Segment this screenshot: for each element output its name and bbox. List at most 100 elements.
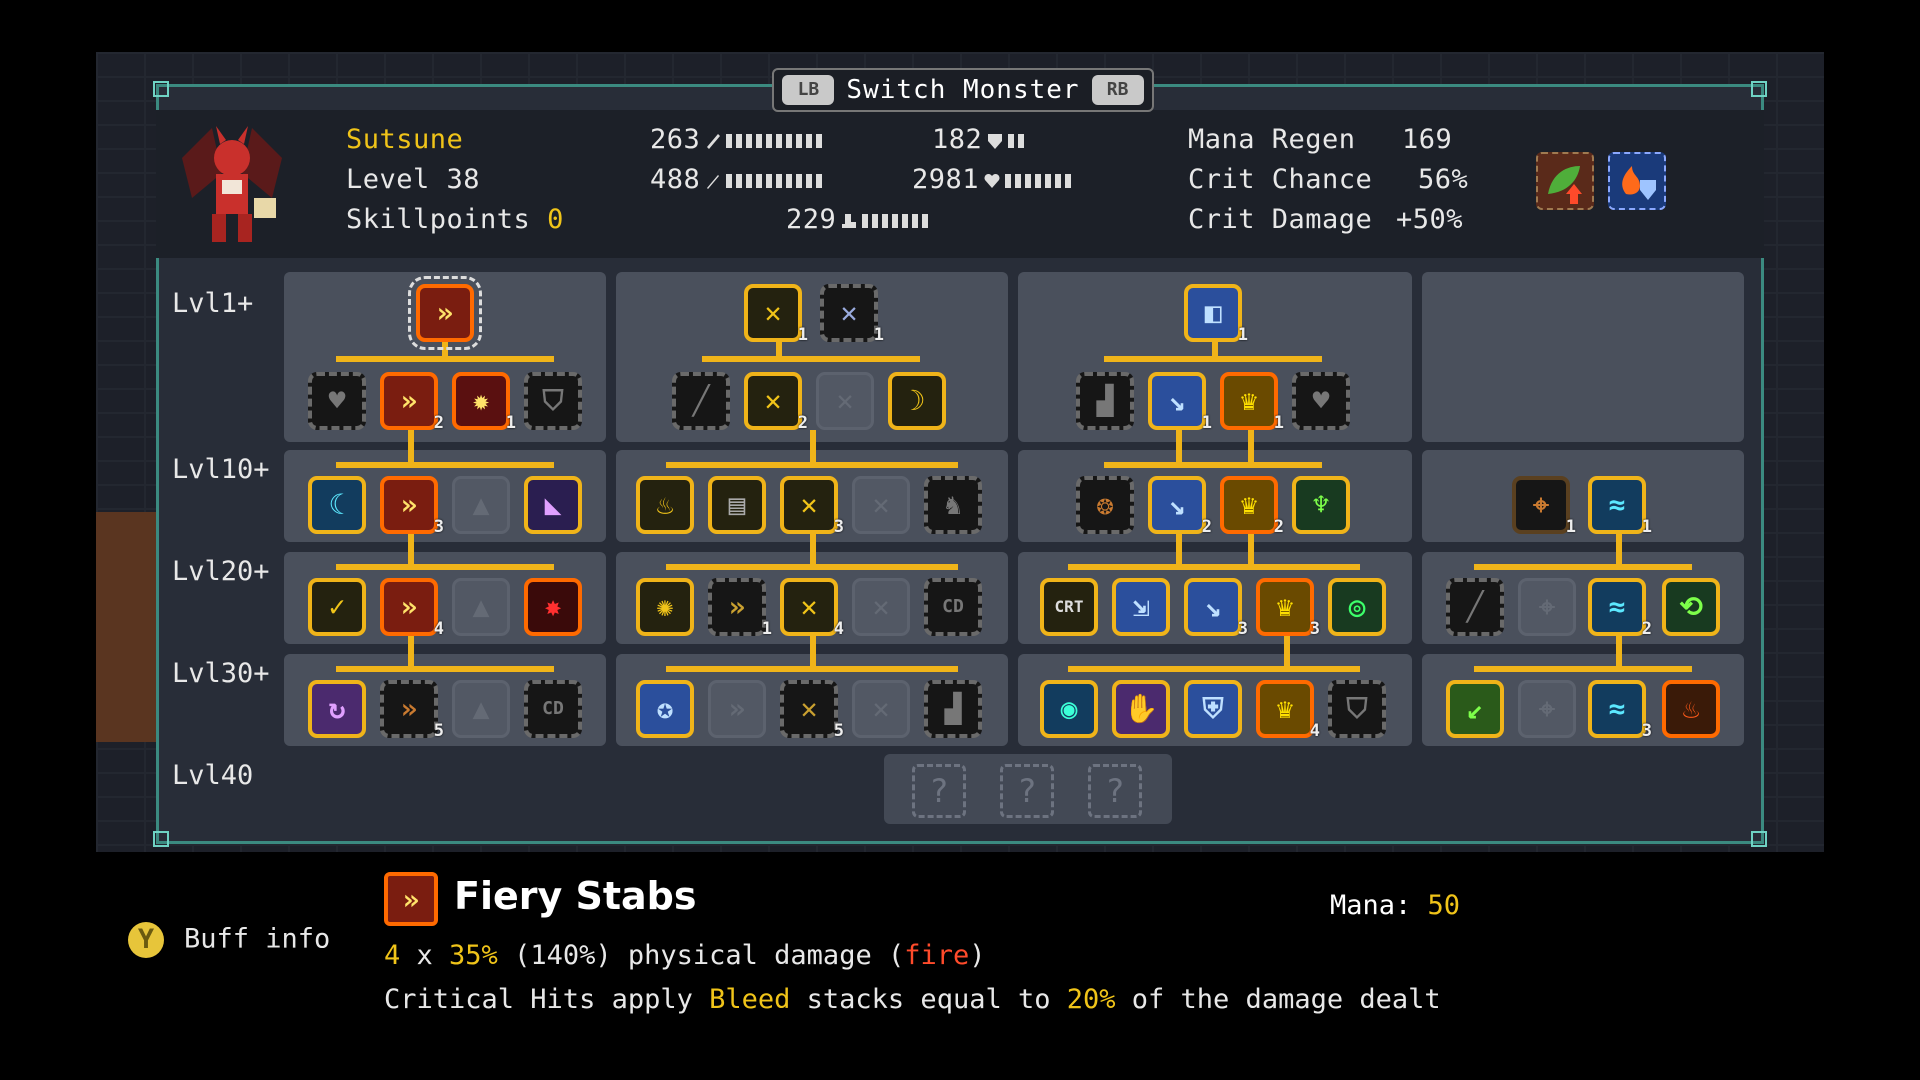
mana-label: Mana: xyxy=(1330,890,1412,921)
ghost-skill-node[interactable]: ▲ xyxy=(452,578,510,636)
element-type: fire xyxy=(904,940,970,971)
cooldown-locked-node[interactable]: CD xyxy=(924,578,982,636)
green-arrow-skill-node[interactable]: ↙ xyxy=(1446,680,1504,738)
rune-circle-locked-node[interactable]: ❂ xyxy=(1076,476,1134,534)
crit-skill-node[interactable]: CRT xyxy=(1040,578,1098,636)
ghost-skill-node[interactable]: ✕ xyxy=(852,578,910,636)
ghost-skill-node[interactable]: ▲ xyxy=(452,680,510,738)
moon-claw-skill-node[interactable]: ☽ xyxy=(888,372,946,430)
blue-shield-skill-node[interactable]: ⛨ xyxy=(1184,680,1242,738)
cross-slash-locked-node[interactable]: ✕ 1 xyxy=(820,284,884,344)
rank-label: 5 xyxy=(833,721,844,741)
defense-up-locked-node[interactable]: ⛉ xyxy=(1328,680,1386,738)
health-up-locked-node[interactable]: ♥ xyxy=(1292,372,1350,430)
lightning-wave-tier4-node[interactable]: ≈3 xyxy=(1588,680,1652,740)
magic-up-locked-node[interactable]: ╱ xyxy=(1446,578,1504,636)
health-bar xyxy=(1005,173,1076,188)
fire-bomb-skill-node[interactable]: ♨ xyxy=(1662,680,1720,738)
armor-skill-node[interactable]: ▤ xyxy=(708,476,766,534)
monster-portrait-icon xyxy=(182,126,282,242)
speed-up-locked-node[interactable]: ▟ xyxy=(924,680,982,738)
blue-brain-skill-node[interactable]: ✪ xyxy=(636,680,694,738)
cross-slash-upgrade-node[interactable]: ✕ 2 xyxy=(744,372,808,432)
wand-icon xyxy=(707,174,720,189)
mana-cost: Mana: 50 xyxy=(1330,890,1460,921)
fiery-stabs-icon: » xyxy=(384,872,438,926)
golden-claw-tier2-node[interactable]: ♛ 2 xyxy=(1220,476,1284,536)
sunburst-skill-node[interactable]: ✺ xyxy=(636,578,694,636)
lvl40-slot[interactable]: ? xyxy=(912,764,966,818)
golden-claw-tier4-node[interactable]: ♛ 4 xyxy=(1256,680,1320,740)
ghost-skill-node[interactable]: ⌖ xyxy=(1518,680,1576,738)
ghost-skill-node[interactable]: ✕ xyxy=(852,476,910,534)
buff-info-hint[interactable]: Y Buff info xyxy=(128,922,330,958)
lvl40-slot[interactable]: ? xyxy=(1000,764,1054,818)
purple-claw-skill-node[interactable]: ✋ xyxy=(1112,680,1170,738)
cooldown-locked-node[interactable]: CD xyxy=(524,680,582,738)
cross-slash-tier3-node[interactable]: ✕ 4 xyxy=(780,578,844,638)
wooden-door xyxy=(96,512,156,742)
green-swirl-skill-node[interactable]: ⟲ xyxy=(1662,578,1720,636)
lb-button-icon[interactable]: LB xyxy=(782,75,835,105)
arrows-locked-node[interactable]: » 1 xyxy=(708,578,772,638)
cross-slash-tier2-node[interactable]: ✕ 3 xyxy=(780,476,844,536)
explosion-skill-node[interactable]: ✹ 1 xyxy=(452,372,516,432)
desc-text: x xyxy=(400,940,450,971)
ghost-skill-node[interactable]: ⌖ xyxy=(1518,578,1576,636)
defense-up-locked-node[interactable]: ⛉ xyxy=(524,372,582,430)
cross-slash-skill-node[interactable]: ✕ 1 xyxy=(744,284,808,344)
mana-value: 50 xyxy=(1427,890,1461,921)
knight-locked-node[interactable]: ♞ xyxy=(924,476,982,534)
fiery-stabs-upgrade-node[interactable]: » 2 xyxy=(380,372,444,432)
blue-arrow-skill-node[interactable]: ↘ 1 xyxy=(1148,372,1212,432)
leaf-attack-up-icon[interactable] xyxy=(1536,152,1594,210)
checkmark-skill-node[interactable]: ✓ xyxy=(308,578,366,636)
wolf-howl-skill-node[interactable]: ◣ xyxy=(524,476,582,534)
golden-claw-tier3-node[interactable]: ♛ 3 xyxy=(1256,578,1320,638)
fire-shield-icon[interactable] xyxy=(1608,152,1666,210)
speed-up-locked-node[interactable]: ▟ xyxy=(1076,372,1134,430)
green-ring-skill-node[interactable]: ◎ xyxy=(1328,578,1386,636)
target-locked-node[interactable]: ⌖ 1 xyxy=(1512,476,1576,536)
fiery-stabs-skill-node[interactable]: » xyxy=(408,276,482,350)
cross-slash-locked-node[interactable]: ✕ 5 xyxy=(780,680,844,740)
y-button-icon[interactable]: Y xyxy=(128,922,164,958)
green-staff-skill-node[interactable]: ♆ xyxy=(1292,476,1350,534)
fiery-stabs-tier3-node[interactable]: » 4 xyxy=(380,578,444,638)
ghost-skill-node[interactable]: » xyxy=(708,680,766,738)
lvl40-slot[interactable]: ? xyxy=(1088,764,1142,818)
rank-label: 3 xyxy=(1237,619,1248,639)
magic-up-locked-node[interactable]: ╱ xyxy=(672,372,730,430)
fiery-stabs-tier2-node[interactable]: » 3 xyxy=(380,476,444,536)
switch-monster-bar[interactable]: LB Switch Monster RB xyxy=(772,68,1154,112)
teal-crescent-skill-node[interactable]: ☾ xyxy=(308,476,366,534)
tree-connector xyxy=(666,666,958,672)
ghost-skill-node[interactable]: ✕ xyxy=(852,680,910,738)
fiery-stabs-locked-node[interactable]: » 5 xyxy=(380,680,444,740)
scythe-skill-node[interactable]: ↻ xyxy=(308,680,366,738)
hit-count: 4 xyxy=(384,940,401,971)
ghost-skill-node[interactable]: ✕ xyxy=(816,372,874,430)
tree-connector xyxy=(336,462,554,468)
defense-bar xyxy=(1008,133,1029,148)
tree-connector xyxy=(1474,564,1692,570)
lightning-wave-tier3-node[interactable]: ≈2 xyxy=(1588,578,1652,638)
desc-text: Critical Hits apply xyxy=(384,984,710,1015)
blue-rune-skill-node[interactable]: ◧ 1 xyxy=(1184,284,1248,344)
rb-button-icon[interactable]: RB xyxy=(1091,75,1144,105)
speed-stat: 229 xyxy=(786,204,933,235)
health-up-locked-node[interactable]: ♥ xyxy=(308,372,366,430)
blue-arrow-tier3-node[interactable]: ↘ 3 xyxy=(1184,578,1248,638)
health-stat: 2981 xyxy=(912,164,1076,195)
blue-dive-skill-node[interactable]: ⇲ xyxy=(1112,578,1170,636)
ghost-skill-node[interactable]: ▲ xyxy=(452,476,510,534)
drumstick-skill-node[interactable]: ♨ xyxy=(636,476,694,534)
golden-claw-skill-node[interactable]: ♛ 1 xyxy=(1220,372,1284,432)
cyan-vortex-skill-node[interactable]: ◉ xyxy=(1040,680,1098,738)
rank-label: 2 xyxy=(1273,517,1284,537)
lightning-wave-skill-node[interactable]: ≈1 xyxy=(1588,476,1652,536)
blood-burst-skill-node[interactable]: ✸ xyxy=(524,578,582,636)
blue-arrow-tier2-node[interactable]: ↘ 2 xyxy=(1148,476,1212,536)
rank-label: 2 xyxy=(1201,517,1212,537)
rank-label: 1 xyxy=(505,413,516,433)
